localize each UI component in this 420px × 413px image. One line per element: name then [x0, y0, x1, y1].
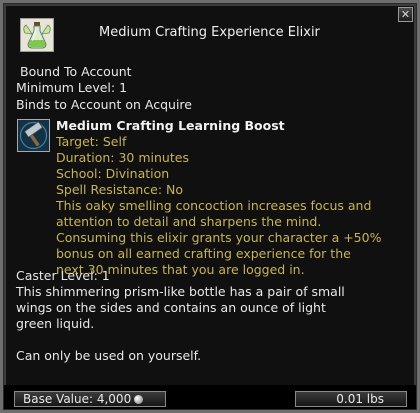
effect-details: Target: Self Duration: 30 minutes School…: [56, 134, 381, 278]
description-line: wings on the sides and contains an ounce…: [16, 300, 326, 315]
bound-to-account: Bound To Account: [20, 64, 132, 79]
item-weight: 0.01 lbs: [336, 392, 384, 406]
effect-target: Target: Self: [56, 134, 127, 149]
effect-school: School: Divination: [56, 166, 170, 181]
effect-description-line: Consuming this elixir grants your charac…: [56, 230, 382, 245]
caster-level: Caster Level: 1: [16, 268, 110, 283]
usage-note: Can only be used on yourself.: [16, 348, 202, 363]
effect-description-line: attention to detail and sharpens the min…: [56, 214, 322, 229]
potion-bottle-icon: [20, 18, 54, 52]
description-line: green liquid.: [16, 316, 95, 331]
hammer-icon: [17, 119, 50, 152]
effect-description-line: bonus on all earned crafting experience …: [56, 246, 351, 261]
effect-spell-resistance: Spell Resistance: No: [56, 182, 184, 197]
window-title: Medium Crafting Experience Elixir: [99, 25, 320, 40]
description-line: This shimmering prism-like bottle has a …: [16, 284, 345, 299]
silver-coin-icon: [134, 395, 144, 404]
weight-box: 0.01 lbs: [295, 391, 407, 407]
minimum-level: Minimum Level: 1: [16, 80, 128, 95]
close-button[interactable]: ✕: [398, 7, 413, 22]
base-value-box: Base Value: 4,000: [14, 391, 166, 407]
binds-on-acquire: Binds to Account on Acquire: [16, 97, 192, 112]
x-icon: ✕: [400, 8, 411, 21]
effect-name: Medium Crafting Learning Boost: [56, 118, 285, 133]
effect-description-line: This oaky smelling concoction increases …: [56, 198, 372, 213]
base-value: Base Value: 4,000: [23, 392, 132, 406]
effect-duration: Duration: 30 minutes: [56, 150, 189, 165]
item-description: This shimmering prism-like bottle has a …: [16, 284, 401, 332]
